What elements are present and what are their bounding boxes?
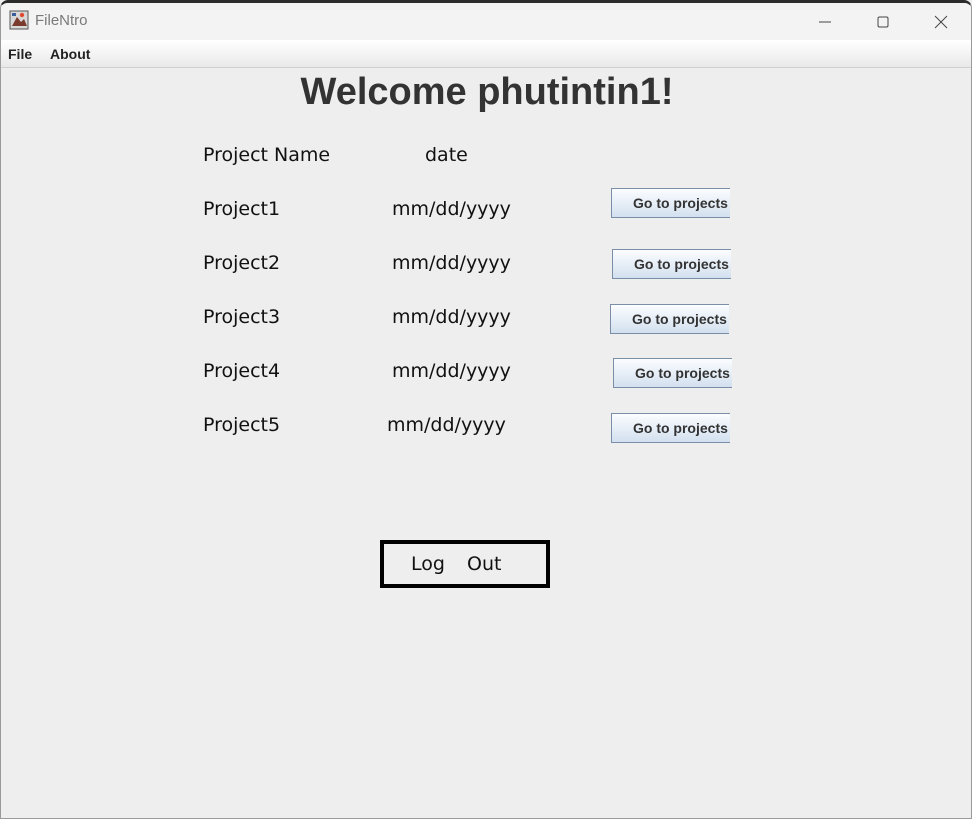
go-to-projects-button[interactable]: Go to projects xyxy=(612,249,731,279)
project-date: mm/dd/yyyy xyxy=(392,306,511,328)
log-out-button[interactable]: Log Out xyxy=(380,540,550,588)
close-icon xyxy=(934,15,948,28)
log-out-label-out: Out xyxy=(467,553,502,575)
go-to-projects-button[interactable]: Go to projects xyxy=(610,304,729,334)
welcome-heading: Welcome phutintin1! xyxy=(300,71,674,113)
close-button[interactable] xyxy=(912,3,970,40)
go-to-projects-button[interactable]: Go to projects xyxy=(611,188,730,218)
menu-bar: File About xyxy=(1,40,971,68)
project-name: Project5 xyxy=(203,414,281,436)
app-logo-icon xyxy=(9,10,29,30)
header-date: date xyxy=(425,144,468,166)
project-date: mm/dd/yyyy xyxy=(392,252,511,274)
app-window: FileNtro File About Welcome phutintin1! … xyxy=(0,0,972,819)
window-title: FileNtro xyxy=(35,12,88,29)
project-name: Project4 xyxy=(203,360,281,382)
go-to-projects-button[interactable]: Go to projects xyxy=(611,413,730,443)
project-date: mm/dd/yyyy xyxy=(392,198,511,220)
header-project-name: Project Name xyxy=(203,144,331,166)
maximize-button[interactable] xyxy=(854,3,912,40)
project-date: mm/dd/yyyy xyxy=(392,360,511,382)
menu-about[interactable]: About xyxy=(50,46,90,62)
maximize-icon xyxy=(877,16,889,27)
project-name: Project1 xyxy=(203,198,281,220)
go-to-projects-button[interactable]: Go to projects xyxy=(613,358,732,388)
project-name: Project2 xyxy=(203,252,281,274)
menu-file[interactable]: File xyxy=(8,46,32,62)
minimize-icon xyxy=(819,21,831,22)
title-bar: FileNtro xyxy=(1,3,971,40)
minimize-button[interactable] xyxy=(796,3,854,40)
project-date: mm/dd/yyyy xyxy=(387,414,506,436)
project-name: Project3 xyxy=(203,306,281,328)
log-out-label-log: Log xyxy=(411,553,445,575)
